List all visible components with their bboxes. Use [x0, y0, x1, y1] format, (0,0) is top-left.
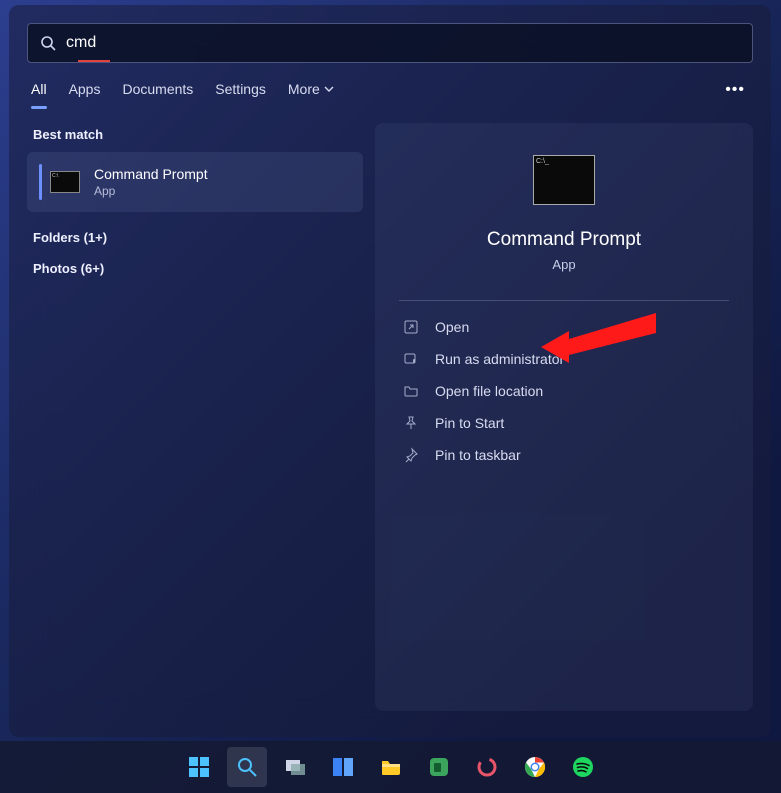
file-explorer-button[interactable]	[371, 747, 411, 787]
folder-icon	[379, 755, 403, 779]
action-pin-to-start[interactable]: Pin to Start	[399, 407, 729, 439]
spotify-icon	[572, 756, 594, 778]
preview-subtitle: App	[552, 257, 575, 272]
result-subtitle: App	[94, 184, 208, 198]
app-button-1[interactable]	[419, 747, 459, 787]
pin-taskbar-icon	[403, 447, 419, 463]
chevron-down-icon	[324, 84, 334, 94]
category-folders[interactable]: Folders (1+)	[27, 222, 363, 253]
tab-more[interactable]: More	[288, 81, 334, 107]
app-button-2[interactable]	[467, 747, 507, 787]
results-column: Best match Command Prompt App Folders (1…	[27, 123, 363, 711]
search-input[interactable]	[66, 34, 740, 52]
preview-title: Command Prompt	[487, 229, 641, 251]
action-pin-to-taskbar[interactable]: Pin to taskbar	[399, 439, 729, 471]
admin-icon	[403, 351, 419, 367]
category-photos[interactable]: Photos (6+)	[27, 253, 363, 284]
cmd-icon	[50, 171, 80, 193]
folder-icon	[403, 383, 419, 399]
action-label: Pin to Start	[435, 415, 504, 431]
start-button[interactable]	[179, 747, 219, 787]
app-icon	[428, 756, 450, 778]
spotify-button[interactable]	[563, 747, 603, 787]
widgets-icon	[331, 755, 355, 779]
spellcheck-underline	[78, 60, 110, 62]
result-command-prompt[interactable]: Command Prompt App	[27, 152, 363, 212]
tab-documents[interactable]: Documents	[122, 81, 193, 107]
action-label: Open file location	[435, 383, 543, 399]
more-label: More	[288, 81, 320, 97]
search-icon	[236, 756, 258, 778]
tab-all[interactable]: All	[31, 81, 47, 107]
widgets-button[interactable]	[323, 747, 363, 787]
action-label: Pin to taskbar	[435, 447, 521, 463]
result-title: Command Prompt	[94, 166, 208, 182]
search-button[interactable]	[227, 747, 267, 787]
pin-start-icon	[403, 415, 419, 431]
open-icon	[403, 319, 419, 335]
search-icon	[40, 35, 56, 51]
tab-apps[interactable]: Apps	[69, 81, 101, 107]
action-label: Run as administrator	[435, 351, 564, 367]
preview-cmd-icon	[533, 155, 595, 205]
chrome-button[interactable]	[515, 747, 555, 787]
action-open[interactable]: Open	[399, 311, 729, 343]
ring-icon	[476, 756, 498, 778]
overflow-menu-button[interactable]: •••	[725, 81, 745, 99]
selection-indicator	[39, 164, 42, 200]
best-match-label: Best match	[27, 123, 363, 146]
windows-icon	[187, 755, 211, 779]
task-view-icon	[283, 755, 307, 779]
task-view-button[interactable]	[275, 747, 315, 787]
search-box[interactable]	[27, 23, 753, 63]
filter-tabs: All Apps Documents Settings More •••	[27, 81, 753, 107]
chrome-icon	[524, 756, 546, 778]
start-search-panel: All Apps Documents Settings More ••• Bes…	[9, 5, 771, 737]
action-open-file-location[interactable]: Open file location	[399, 375, 729, 407]
tab-settings[interactable]: Settings	[215, 81, 266, 107]
action-label: Open	[435, 319, 469, 335]
tab-indicator	[31, 106, 47, 109]
preview-pane: Command Prompt App Open Run as administr…	[375, 123, 753, 711]
divider	[399, 300, 729, 301]
action-run-as-administrator[interactable]: Run as administrator	[399, 343, 729, 375]
taskbar	[0, 741, 781, 793]
